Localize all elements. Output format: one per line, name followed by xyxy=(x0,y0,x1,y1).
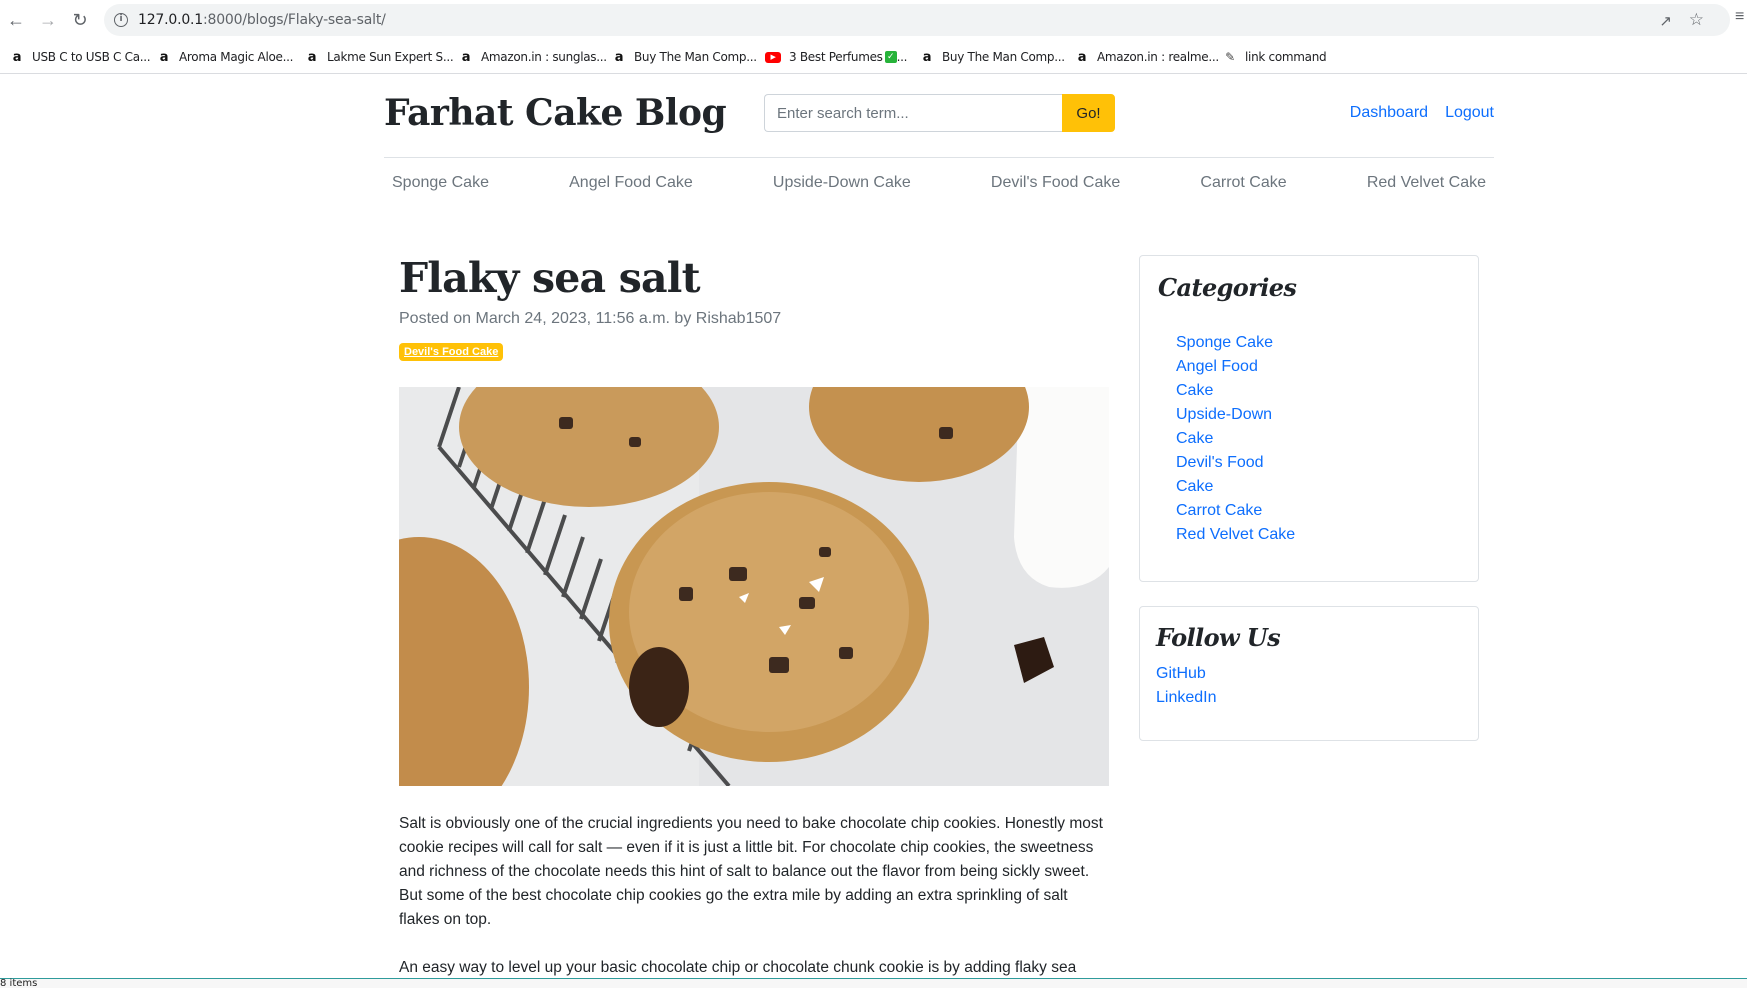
bookmark-item[interactable]: a Amazon.in : realme... xyxy=(1075,48,1219,66)
post-paragraph: Salt is obviously one of the crucial ing… xyxy=(399,815,1103,928)
bookmark-item[interactable]: a Aroma Magic Aloe... xyxy=(157,48,294,66)
bookmark-label: Aroma Magic Aloe... xyxy=(179,50,294,64)
reload-icon[interactable]: ↻ xyxy=(68,8,92,32)
list-item: Upside-Down Cake xyxy=(1176,403,1296,451)
list-item: Sponge Cake xyxy=(1176,331,1296,355)
category-link-sponge-cake[interactable]: Sponge Cake xyxy=(1176,334,1273,351)
category-link-angel-food-cake[interactable]: Angel Food Cake xyxy=(1176,358,1258,399)
browser-toolbar: ← → ↻ i 127.0.0.1:8000/blogs/Flaky-sea-s… xyxy=(0,0,1747,40)
post-meta: Posted on March 24, 2023, 11:56 a.m. by … xyxy=(399,310,782,327)
list-item: Devil's Food Cake xyxy=(1176,451,1296,499)
post-body: Salt is obviously one of the crucial ing… xyxy=(399,812,1111,988)
bookmark-label: Amazon.in : realme... xyxy=(1097,50,1219,64)
status-text: 8 items xyxy=(0,978,38,988)
amazon-icon: a xyxy=(159,49,169,65)
bookmark-label: Lakme Sun Expert S... xyxy=(327,50,454,64)
category-link-upside-down-cake[interactable]: Upside-Down Cake xyxy=(1176,406,1272,447)
share-icon[interactable]: ↗ xyxy=(1659,12,1672,30)
ellipsis-text: ... xyxy=(896,50,908,64)
browser-menu-icon[interactable]: ≡ xyxy=(1735,8,1747,26)
post-image xyxy=(399,387,1109,786)
bookmark-star-icon[interactable]: ☆ xyxy=(1689,10,1704,30)
back-arrow-icon[interactable]: ← xyxy=(4,8,28,32)
category-nav: Sponge Cake Angel Food Cake Upside-Down … xyxy=(384,174,1494,192)
search-button[interactable]: Go! xyxy=(1062,94,1115,132)
categories-list: Sponge Cake Angel Food Cake Upside-Down … xyxy=(1176,331,1296,547)
list-item: Carrot Cake xyxy=(1176,499,1296,523)
category-badge[interactable]: Devil's Food Cake xyxy=(399,343,504,361)
categories-card: Categories Sponge Cake Angel Food Cake U… xyxy=(1139,255,1479,582)
address-url[interactable]: 127.0.0.1:8000/blogs/Flaky-sea-salt/ xyxy=(138,12,386,28)
dashboard-link[interactable]: Dashboard xyxy=(1350,104,1428,122)
status-bar: 8 items xyxy=(0,978,1747,988)
url-path: :8000/blogs/Flaky-sea-salt/ xyxy=(203,12,386,28)
header-links: Dashboard Logout xyxy=(1350,104,1494,122)
nav-item-upside-down-cake[interactable]: Upside-Down Cake xyxy=(765,174,919,192)
cookie-photo-illustration xyxy=(399,387,1109,786)
list-item: GitHub xyxy=(1156,662,1217,686)
url-host: 127.0.0.1 xyxy=(138,12,203,28)
nav-item-devils-food-cake[interactable]: Devil's Food Cake xyxy=(983,174,1128,192)
github-link[interactable]: GitHub xyxy=(1156,665,1206,682)
nav-item-sponge-cake[interactable]: Sponge Cake xyxy=(384,174,497,192)
bookmark-item[interactable]: ✎ link command xyxy=(1223,48,1327,66)
amazon-icon: a xyxy=(614,49,624,65)
follow-links-list: GitHub LinkedIn xyxy=(1156,662,1217,710)
linkedin-link[interactable]: LinkedIn xyxy=(1156,689,1217,706)
list-item: Angel Food Cake xyxy=(1176,355,1296,403)
bookmark-label: link command xyxy=(1245,50,1327,64)
bookmark-item[interactable]: a USB C to USB C Ca... xyxy=(10,48,151,66)
bookmark-item[interactable]: a Lakme Sun Expert S... xyxy=(305,48,454,66)
address-bar[interactable]: i 127.0.0.1:8000/blogs/Flaky-sea-salt/ ↗… xyxy=(104,4,1730,36)
amazon-icon: a xyxy=(461,49,471,65)
bookmark-label: 3 Best Perfumes xyxy=(789,50,883,64)
youtube-icon: ▶ xyxy=(765,51,781,63)
list-item: LinkedIn xyxy=(1156,686,1217,710)
nav-item-red-velvet-cake[interactable]: Red Velvet Cake xyxy=(1359,174,1494,192)
bookmark-item[interactable]: a Buy The Man Comp... xyxy=(612,48,757,66)
bookmark-label: Buy The Man Comp... xyxy=(634,50,757,64)
forward-arrow-icon[interactable]: → xyxy=(36,8,60,32)
link-icon: ✎ xyxy=(1225,50,1235,64)
bookmark-label: USB C to USB C Ca... xyxy=(32,50,151,64)
category-link-red-velvet-cake[interactable]: Red Velvet Cake xyxy=(1176,526,1295,543)
search-input[interactable] xyxy=(764,94,1062,132)
nav-item-angel-food-cake[interactable]: Angel Food Cake xyxy=(561,174,701,192)
list-item: Red Velvet Cake xyxy=(1176,523,1296,547)
amazon-icon: a xyxy=(12,49,22,65)
bookmarks-bar: a USB C to USB C Ca... a Aroma Magic Aloe.… xyxy=(0,40,1747,74)
search-form: Go! xyxy=(764,94,1115,132)
post-paragraph: An easy way to level up your basic choco… xyxy=(399,959,1077,976)
category-link-devils-food-cake[interactable]: Devil's Food Cake xyxy=(1176,454,1264,495)
logout-link[interactable]: Logout xyxy=(1445,104,1494,122)
follow-us-card: Follow Us GitHub LinkedIn xyxy=(1139,606,1479,741)
category-link-carrot-cake[interactable]: Carrot Cake xyxy=(1176,502,1262,519)
check-emoji-icon: ✓ xyxy=(884,51,897,63)
amazon-icon: a xyxy=(307,49,317,65)
header-divider xyxy=(384,157,1494,158)
nav-item-carrot-cake[interactable]: Carrot Cake xyxy=(1192,174,1294,192)
site-title[interactable]: Farhat Cake Blog xyxy=(384,92,727,134)
bookmark-item[interactable]: a Buy The Man Comp... xyxy=(920,48,1065,66)
bookmark-item[interactable]: a Amazon.in : sunglas... xyxy=(459,48,607,66)
bookmark-label: Amazon.in : sunglas... xyxy=(481,50,607,64)
follow-us-heading: Follow Us xyxy=(1156,623,1281,652)
categories-heading: Categories xyxy=(1158,273,1297,302)
post-title: Flaky sea salt xyxy=(399,254,701,302)
site-info-icon[interactable]: i xyxy=(114,13,128,27)
bookmark-item[interactable]: ▶ 3 Best Perfumes ✓... xyxy=(765,48,907,66)
amazon-icon: a xyxy=(922,49,932,65)
bookmark-label: Buy The Man Comp... xyxy=(942,50,1065,64)
amazon-icon: a xyxy=(1077,49,1087,65)
